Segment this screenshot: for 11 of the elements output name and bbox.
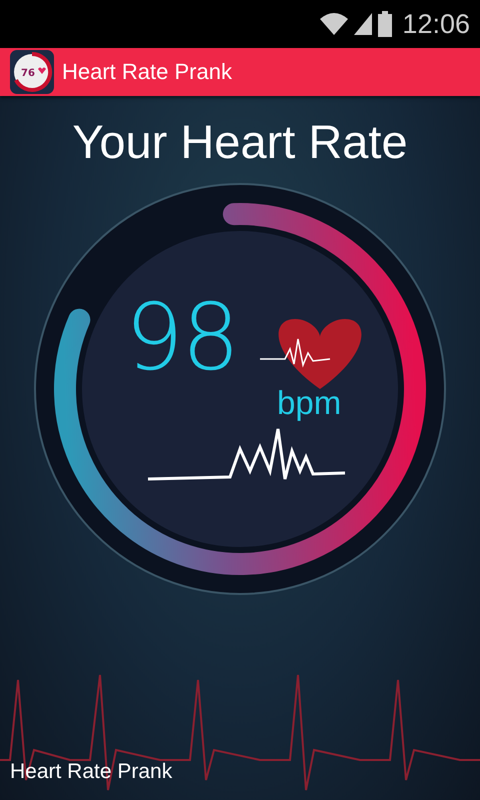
wifi-icon (320, 13, 348, 35)
footer-label: Heart Rate Prank (10, 760, 172, 784)
signal-icon (354, 13, 372, 35)
clock: 12:06 (402, 8, 470, 40)
app-title: Heart Rate Prank (62, 59, 232, 85)
heart-icon (260, 319, 362, 389)
heart-rate-unit: bpm (277, 384, 342, 422)
battery-icon (378, 11, 392, 37)
heart-rate-value: 98 (125, 284, 238, 391)
heading: Your Heart Rate (71, 114, 409, 169)
app-logo: 76 (10, 50, 54, 94)
